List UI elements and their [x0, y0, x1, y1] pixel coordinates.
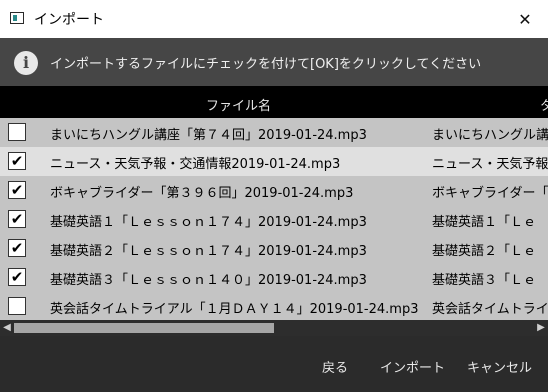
info-message: インポートするファイルにチェックを付けて[OK]をクリックしてください — [50, 57, 482, 72]
cell-title: ボキャブライダー「第 — [432, 186, 548, 201]
table-row[interactable]: 英会話タイムトライアル「１月ＤＡＹ１４」2019-01-24.mp3 英会話タイム… — [0, 292, 548, 321]
table-row[interactable]: ✔ ボキャブライダー「第３９６回」2019-01-24.mp3 ボキャブライダー「第 — [0, 176, 548, 205]
table-row[interactable]: ✔ 基礎英語２「Ｌｅｓｓｏｎ１７４」2019-01-24.mp3 基礎英語２「Ｌｅ — [0, 234, 548, 263]
import-button[interactable]: インポート — [380, 357, 445, 376]
cell-title: 英会話タイムトライア — [432, 302, 548, 317]
cell-filename: まいにちハングル講座「第７４回」2019-01-24.mp3 — [50, 128, 367, 143]
table-row[interactable]: ✔ 基礎英語３「Ｌｅｓｓｏｎ１４０」2019-01-24.mp3 基礎英語３「Ｌｅ — [0, 263, 548, 292]
cell-title: ニュース・天気予報・ — [432, 157, 548, 172]
column-header-filename[interactable]: ファイル名 — [206, 95, 271, 114]
row-checkbox[interactable] — [8, 123, 26, 141]
cell-filename: 基礎英語２「Ｌｅｓｓｏｎ１７４」2019-01-24.mp3 — [50, 244, 367, 259]
cancel-button[interactable]: キャンセル — [467, 357, 532, 376]
title-bar: インポート ✕ — [0, 0, 548, 38]
row-checkbox[interactable]: ✔ — [8, 268, 26, 286]
file-grid: ファイル名 タ まいにちハングル講座「第７４回」2019-01-24.mp3 まい… — [0, 86, 548, 336]
table-row[interactable]: まいにちハングル講座「第７４回」2019-01-24.mp3 まいにちハングル講座 — [0, 118, 548, 147]
row-checkbox[interactable] — [8, 297, 26, 315]
app-window-icon — [10, 12, 24, 24]
horizontal-scrollbar[interactable]: ◀ ▶ — [0, 320, 548, 336]
cell-filename: ニュース・天気予報・交通情報2019-01-24.mp3 — [50, 157, 341, 172]
cell-title: 基礎英語３「Ｌｅ — [432, 273, 537, 288]
row-checkbox[interactable]: ✔ — [8, 239, 26, 257]
scrollbar-thumb[interactable] — [14, 323, 274, 333]
cell-title: 基礎英語２「Ｌｅ — [432, 244, 537, 259]
column-header-title[interactable]: タ — [540, 95, 548, 114]
info-icon: i — [14, 51, 38, 75]
close-icon: ✕ — [518, 9, 532, 29]
row-checkbox[interactable]: ✔ — [8, 210, 26, 228]
scroll-left-arrow-icon[interactable]: ◀ — [0, 320, 14, 336]
scroll-right-arrow-icon[interactable]: ▶ — [534, 320, 548, 336]
cell-title: 基礎英語１「Ｌｅ — [432, 215, 537, 230]
back-button[interactable]: 戻る — [322, 357, 348, 376]
close-button[interactable]: ✕ — [502, 0, 548, 38]
cell-title: まいにちハングル講座 — [432, 128, 548, 143]
table-row[interactable]: ✔ ニュース・天気予報・交通情報2019-01-24.mp3 ニュース・天気予報・ — [0, 147, 548, 176]
row-checkbox[interactable]: ✔ — [8, 152, 26, 170]
footer: 戻る インポート キャンセル — [0, 336, 548, 392]
row-checkbox[interactable]: ✔ — [8, 181, 26, 199]
cell-filename: 基礎英語１「Ｌｅｓｓｏｎ１７４」2019-01-24.mp3 — [50, 215, 367, 230]
window-title: インポート — [34, 12, 104, 28]
cell-filename: 基礎英語３「Ｌｅｓｓｏｎ１４０」2019-01-24.mp3 — [50, 273, 367, 288]
cell-filename: 英会話タイムトライアル「１月ＤＡＹ１４」2019-01-24.mp3 — [50, 302, 419, 317]
info-bar: i インポートするファイルにチェックを付けて[OK]をクリックしてください — [0, 38, 548, 86]
grid-header: ファイル名 タ — [0, 86, 548, 118]
cell-filename: ボキャブライダー「第３９６回」2019-01-24.mp3 — [50, 186, 354, 201]
table-row[interactable]: ✔ 基礎英語１「Ｌｅｓｓｏｎ１７４」2019-01-24.mp3 基礎英語１「Ｌｅ — [0, 205, 548, 234]
